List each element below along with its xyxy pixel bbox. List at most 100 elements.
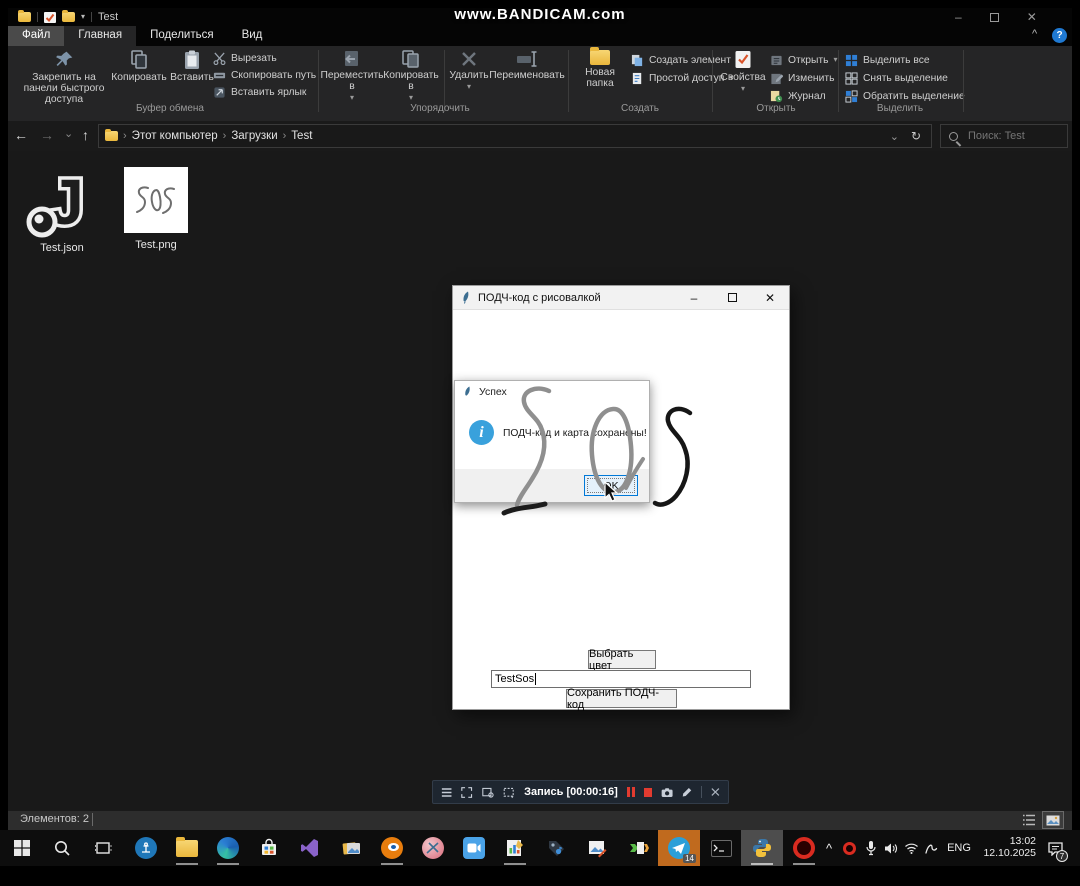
breadcrumb-this-pc[interactable]: Этот компьютер	[132, 130, 218, 142]
app-close-button[interactable]: ✕	[751, 291, 789, 305]
tab-file[interactable]: Файл	[8, 26, 65, 46]
edit-button[interactable]: Изменить	[770, 70, 834, 86]
notification-badge: 7	[1056, 850, 1068, 862]
taskbar-photo-viewer[interactable]	[577, 830, 617, 866]
invert-selection-button[interactable]: Обратить выделение	[845, 88, 965, 104]
delete-button[interactable]: Удалить ▾	[449, 50, 489, 91]
select-none-label: Снять выделение	[863, 72, 948, 84]
new-folder-button[interactable]: Новая папка	[572, 47, 628, 89]
taskbar-screen-recorder[interactable]	[454, 830, 494, 866]
up-button[interactable]: ↑	[82, 128, 89, 142]
terminal-icon	[710, 839, 732, 857]
file-item-png[interactable]: Test.png	[112, 162, 200, 251]
select-none-button[interactable]: Снять выделение	[845, 70, 948, 86]
cut-button[interactable]: Вырезать	[213, 50, 277, 66]
tray-pen[interactable]	[918, 830, 944, 866]
tray-clock[interactable]: 13:02 12.10.2025	[980, 835, 1036, 859]
language-label: ENG	[947, 842, 971, 854]
menu-icon[interactable]	[441, 787, 452, 798]
app-titlebar[interactable]: ПОДЧ-код с рисовалкой – ✕	[453, 286, 789, 310]
stop-icon[interactable]	[643, 787, 652, 797]
new-folder-label: Новая папка	[585, 67, 615, 89]
file-item-json[interactable]: J Test.json	[14, 162, 110, 254]
screen-recorder-icon	[463, 837, 485, 859]
address-dropdown-icon[interactable]: ⌄	[878, 130, 911, 143]
copy-button[interactable]: Копировать	[110, 50, 168, 83]
thumbnail-view-button[interactable]	[1042, 811, 1064, 829]
rename-icon	[517, 51, 537, 67]
paste-shortcut-button[interactable]: Вставить ярлык	[213, 84, 306, 100]
choose-color-button[interactable]: Выбрать цвет	[588, 648, 656, 672]
history-button[interactable]: Журнал	[770, 88, 826, 104]
taskbar-visual-studio[interactable]	[290, 830, 330, 866]
draw-pencil-icon[interactable]	[682, 786, 692, 798]
taskbar-file-explorer[interactable]	[167, 830, 207, 866]
copy-path-label: Скопировать путь	[231, 69, 317, 81]
notification-center-button[interactable]: 7	[1038, 830, 1072, 866]
paste-button[interactable]: Вставить	[168, 50, 216, 83]
tab-share[interactable]: Поделиться	[136, 26, 228, 46]
open-button[interactable]: Открыть ▾	[770, 52, 837, 68]
select-region-icon[interactable]	[503, 786, 515, 799]
start-button[interactable]	[2, 830, 42, 866]
search-box[interactable]	[940, 124, 1068, 148]
recent-locations-icon[interactable]: ⌄	[64, 127, 73, 140]
app-maximize-button[interactable]	[713, 293, 751, 302]
tab-view[interactable]: Вид	[228, 26, 277, 46]
taskbar-terminal[interactable]	[701, 830, 741, 866]
select-all-button[interactable]: Выделить все	[845, 52, 930, 68]
taskbar-blender[interactable]	[372, 830, 412, 866]
rename-button[interactable]: Переименовать	[489, 50, 565, 81]
help-icon[interactable]: ?	[1052, 28, 1067, 43]
properties-button[interactable]: Свойства ▾	[718, 50, 768, 93]
dialog-titlebar[interactable]: Успех	[455, 381, 649, 403]
taskbar-python-app[interactable]	[742, 830, 782, 866]
address-bar[interactable]: › Этот компьютер › Загрузки › Test ⌄ ↻	[98, 124, 932, 148]
breadcrumb-test[interactable]: Test	[291, 130, 312, 142]
microphone-icon	[866, 841, 876, 856]
taskbar-hex-editor[interactable]	[618, 830, 658, 866]
group-label-clipboard: Буфер обмена	[136, 103, 204, 114]
python-logo-icon	[753, 839, 771, 857]
task-view-icon	[95, 842, 112, 854]
code-name-input[interactable]: TestSos	[491, 670, 751, 688]
zoom-region-icon[interactable]	[481, 786, 494, 799]
minimize-button[interactable]: –	[955, 11, 962, 23]
bandicam-watermark: www.BANDICAM.com	[454, 6, 626, 23]
taskbar-chart-editor[interactable]	[495, 830, 535, 866]
back-button[interactable]: ←	[14, 128, 28, 142]
copy-path-button[interactable]: Скопировать путь	[213, 67, 316, 83]
forward-button[interactable]: →	[40, 128, 54, 142]
taskbar-telegram[interactable]: 14	[659, 830, 699, 866]
move-to-button[interactable]: Переместить в ▾	[320, 50, 384, 102]
window-controls: – ✕	[955, 8, 1037, 26]
history-label: Журнал	[788, 90, 826, 102]
save-code-button[interactable]: Сохранить ПОДЧ-код	[566, 687, 677, 711]
breadcrumb-downloads[interactable]: Загрузки	[231, 130, 277, 142]
copy-to-button[interactable]: Копировать в ▾	[383, 50, 439, 102]
screenshot-camera-icon[interactable]	[661, 787, 673, 798]
taskbar-app-boardgame[interactable]	[126, 830, 166, 866]
fit-region-icon[interactable]	[461, 786, 473, 799]
collapse-ribbon-icon[interactable]: ^	[1032, 28, 1037, 40]
edit-icon	[771, 73, 783, 84]
details-view-button[interactable]	[1022, 813, 1036, 827]
search-input[interactable]	[966, 129, 1056, 143]
app-minimize-button[interactable]: –	[675, 291, 713, 305]
taskbar-store[interactable]	[249, 830, 289, 866]
refresh-icon[interactable]: ↻	[911, 129, 925, 143]
taskbar-edge[interactable]	[208, 830, 248, 866]
close-toolbar-icon[interactable]	[711, 787, 720, 797]
pin-to-quick-access-button[interactable]: Закрепить на панели быстрого доступа	[16, 50, 112, 105]
taskbar-app-tag[interactable]	[536, 830, 576, 866]
taskbar-app-pink[interactable]	[413, 830, 453, 866]
close-button[interactable]: ✕	[1027, 11, 1037, 23]
tab-home[interactable]: Главная	[64, 26, 137, 46]
task-view-button[interactable]	[83, 830, 123, 866]
tray-language[interactable]: ENG	[942, 830, 976, 866]
restore-button[interactable]	[989, 12, 999, 22]
thumbnail-view-icon	[1046, 815, 1060, 825]
pause-icon[interactable]	[626, 787, 635, 797]
taskbar-photos-app[interactable]	[331, 830, 371, 866]
taskbar-search-button[interactable]	[42, 830, 82, 866]
